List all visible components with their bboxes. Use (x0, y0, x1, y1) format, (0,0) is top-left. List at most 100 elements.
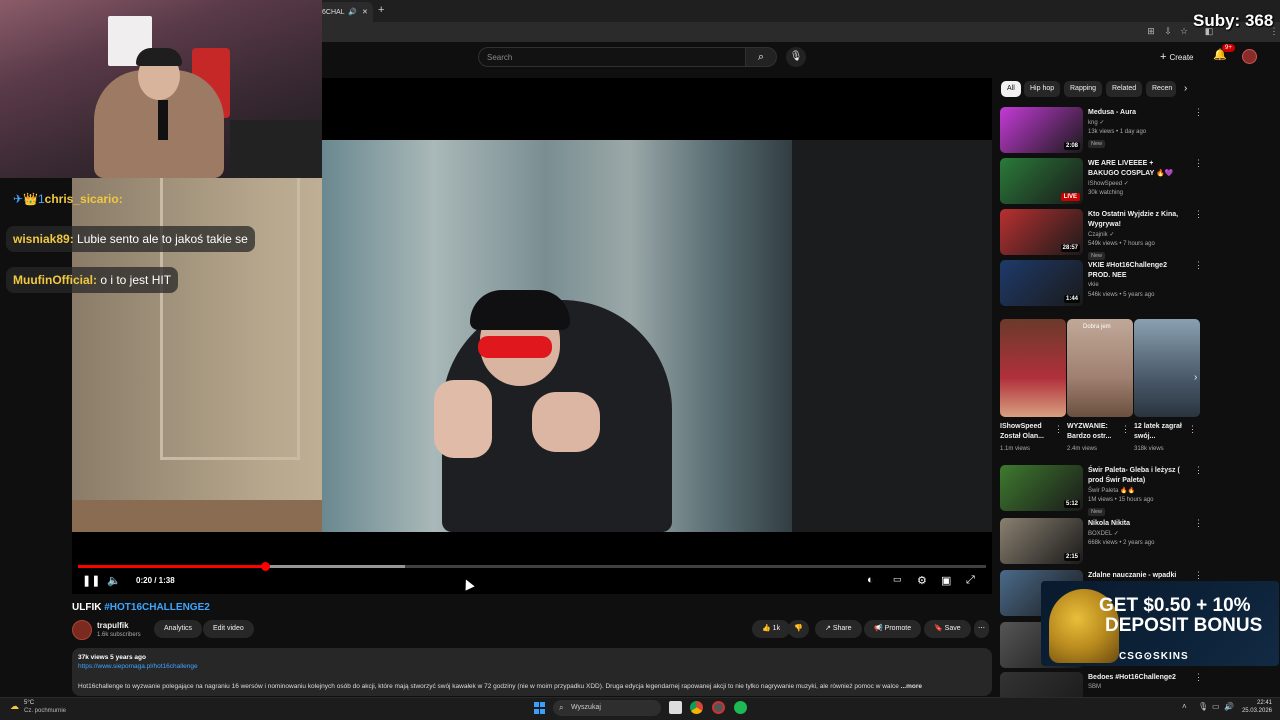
settings-button[interactable]: ⚙ (917, 574, 927, 587)
show-more-link[interactable]: ...more (901, 683, 922, 690)
chevron-right-icon[interactable]: › (1184, 83, 1187, 94)
video-channel[interactable]: IShowSpeed ✓ (1088, 180, 1129, 187)
progress-bar[interactable] (78, 562, 986, 571)
edit-video-button[interactable]: Edit video (203, 620, 254, 638)
tab-close-icon[interactable]: ✕ (362, 9, 368, 16)
video-menu-icon[interactable]: ⋮ (1194, 672, 1203, 683)
tray-chevron-icon[interactable]: ˄ (1182, 702, 1187, 711)
channel-name[interactable]: trapulfik (97, 621, 129, 630)
csgoskins-ad-banner[interactable]: GET $0.50 + 10% DEPOSIT BONUS CSG⊙SKINS (1041, 581, 1279, 666)
more-actions-button[interactable]: ⋯ (974, 620, 989, 638)
volume-button[interactable]: 🔈 (107, 574, 121, 587)
short-menu-icon[interactable]: ⋮ (1188, 424, 1197, 435)
video-menu-icon[interactable]: ⋮ (1194, 518, 1203, 529)
pause-button[interactable]: ❚❚ (82, 574, 100, 587)
description-text: Hot16challenge to wyzwanie polegające na… (78, 683, 988, 690)
download-icon[interactable]: ⇩ (1162, 26, 1174, 38)
bookmark-star-icon[interactable]: ☆ (1178, 26, 1190, 38)
chip-related[interactable]: Related (1106, 81, 1143, 97)
video-channel[interactable]: kng ✓ (1088, 119, 1104, 126)
promote-button[interactable]: 📢 Promote (864, 620, 922, 638)
more-dots-icon: ⋯ (978, 625, 985, 632)
video-title[interactable]: Medusa - Aura (1088, 108, 1186, 118)
video-menu-icon[interactable]: ⋮ (1194, 260, 1203, 271)
analytics-button[interactable]: Analytics (154, 620, 203, 638)
chip-hip-hop[interactable]: Hip hop (1024, 81, 1061, 97)
video-title[interactable]: Bedoes #Hot16Challenge2 (1088, 673, 1186, 683)
network-icon[interactable]: ▭ (1212, 702, 1220, 711)
app-icon[interactable] (712, 701, 725, 714)
video-title[interactable]: WE ARE LIVEEEE + BAKUGO COSPLAY 🔥💜 (1088, 159, 1186, 179)
video-thumbnail[interactable]: LIVE (1000, 158, 1083, 204)
file-explorer-icon[interactable] (669, 701, 682, 714)
subtitles-button[interactable]: ▭ (893, 574, 902, 585)
spotify-icon[interactable] (734, 701, 747, 714)
taskbar-date[interactable]: 25.03.2026 (1238, 708, 1272, 714)
create-button[interactable]: + Create (1160, 48, 1206, 66)
dislike-button[interactable]: 👎 (788, 620, 809, 638)
like-button[interactable]: 👍 1k (752, 620, 791, 638)
weather-icon[interactable]: ☁ (10, 701, 19, 712)
chip-rapping[interactable]: Rapping (1064, 81, 1103, 97)
webcam-streamer-cap (136, 48, 182, 66)
short-title[interactable]: WYZWANIE: Bardzo ostr... (1067, 422, 1123, 442)
start-button-windows-icon[interactable] (534, 702, 546, 714)
miniplayer-button[interactable]: ▣ (941, 574, 951, 587)
video-channel[interactable]: Czajnik ✓ (1088, 231, 1114, 238)
chrome-icon[interactable] (690, 701, 703, 714)
video-title[interactable]: VKIE #Hot16Challenge2 PROD. NEE (1088, 261, 1186, 281)
video-menu-icon[interactable]: ⋮ (1194, 107, 1203, 118)
video-hashtag[interactable]: #HOT16CHALLENGE2 (104, 602, 210, 613)
video-thumbnail[interactable]: 28:57 (1000, 209, 1083, 255)
video-channel[interactable]: SBM (1088, 684, 1101, 690)
autoplay-toggle[interactable]: ◐ (867, 574, 874, 586)
taskbar-search-box[interactable]: Wyszukaj (553, 700, 661, 716)
weather-temp[interactable]: 5°C (24, 700, 34, 706)
progress-scrubber-handle[interactable] (261, 562, 271, 571)
video-title[interactable]: Kto Ostatni Wyjdzie z Kina, Wygrywa! (1088, 210, 1186, 230)
video-channel[interactable]: vkie (1088, 282, 1099, 288)
account-avatar[interactable] (1242, 49, 1257, 64)
share-button[interactable]: ↗ Share (815, 620, 862, 638)
description-link[interactable]: https://www.siepomaga.pl/hot16challenge (78, 663, 198, 670)
chat-message: ✈👑1chris_sicario: (6, 186, 130, 212)
video-menu-icon[interactable]: ⋮ (1194, 158, 1203, 169)
microphone-tray-icon[interactable]: 🎙 (1198, 702, 1208, 711)
short-thumbnail[interactable] (1134, 319, 1200, 417)
chip-all[interactable]: All (1001, 81, 1021, 97)
video-thumbnail[interactable]: 1:44 (1000, 260, 1083, 306)
chip-recent[interactable]: Recen (1146, 81, 1176, 97)
translate-icon[interactable]: ⊞ (1145, 26, 1157, 38)
new-badge: New (1088, 508, 1106, 516)
weather-condition[interactable]: Cz. pochmurnie (24, 708, 66, 714)
video-title[interactable]: Nikola Nikita (1088, 519, 1186, 529)
short-menu-icon[interactable]: ⋮ (1121, 424, 1130, 435)
shorts-next-chevron-icon[interactable]: › (1194, 372, 1197, 383)
video-title[interactable]: Świr Paleta- Gleba i leżysz ( prod Świr … (1088, 466, 1186, 486)
short-thumbnail[interactable] (1000, 319, 1066, 417)
video-frame[interactable] (72, 140, 992, 532)
channel-avatar[interactable] (72, 620, 92, 640)
video-channel[interactable]: BOXDEL ✓ (1088, 530, 1119, 537)
short-thumb-fill (1134, 319, 1200, 417)
video-thumbnail[interactable]: 2:15 (1000, 518, 1083, 564)
search-button[interactable]: ⌕ (745, 47, 777, 67)
short-title[interactable]: IShowSpeed Został Olan... (1000, 422, 1056, 442)
video-thumbnail[interactable]: 5:12 (1000, 465, 1083, 511)
taskbar-clock[interactable]: 22:41 (1238, 700, 1272, 706)
search-input[interactable]: Search (478, 47, 746, 67)
short-title[interactable]: 12 latek zagrał swój... (1134, 422, 1190, 442)
voice-search-button[interactable]: 🎙 (786, 47, 806, 67)
short-menu-icon[interactable]: ⋮ (1054, 424, 1063, 435)
volume-tray-icon[interactable]: 🔊 (1224, 702, 1234, 711)
save-button[interactable]: 🔖 Save (924, 620, 971, 638)
video-menu-icon[interactable]: ⋮ (1194, 465, 1203, 476)
fullscreen-button[interactable]: ⤢ (966, 574, 975, 587)
video-channel[interactable]: Świr Paleta 🔥🔥 (1088, 487, 1135, 494)
new-tab-button[interactable]: + (378, 4, 384, 16)
video-menu-icon[interactable]: ⋮ (1194, 209, 1203, 220)
video-thumbnail[interactable]: 2:08 (1000, 107, 1083, 153)
video-menu-icon[interactable]: ⋮ (1194, 570, 1203, 581)
browser-tab[interactable]: 6CHAL 🔊 ✕ (318, 2, 373, 22)
short-thumbnail[interactable]: Dobra jem (1067, 319, 1133, 417)
